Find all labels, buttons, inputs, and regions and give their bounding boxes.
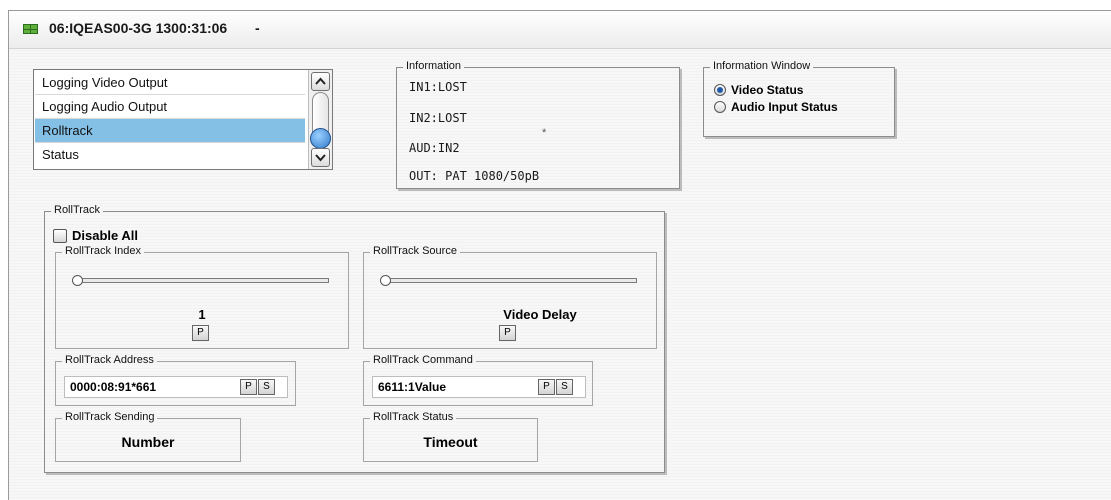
rolltrack-command-s-button[interactable]: S	[556, 379, 573, 395]
radio-unselected-icon[interactable]	[714, 101, 726, 113]
rolltrack-source-slider-knob[interactable]	[380, 275, 391, 286]
rolltrack-index-slider[interactable]	[74, 278, 329, 283]
scroll-thumb[interactable]	[310, 128, 331, 149]
chevron-up-icon	[315, 77, 326, 85]
information-window-label: Information Window	[710, 60, 814, 72]
content-area: Logging Video Output Logging Audio Outpu…	[9, 49, 1111, 500]
rolltrack-source-p-button[interactable]: P	[499, 325, 516, 341]
rolltrack-source-slider[interactable]	[382, 278, 637, 283]
rolltrack-index-slider-knob[interactable]	[72, 275, 83, 286]
rolltrack-address-s-button[interactable]: S	[258, 379, 275, 395]
rolltrack-source-value: Video Delay	[503, 307, 577, 322]
information-window-panel: Information Window Video Status Audio In…	[703, 60, 895, 137]
info-marker: *	[542, 127, 547, 139]
scroll-down-button[interactable]	[311, 148, 330, 167]
information-panel: Information IN1:LOST IN2:LOST * AUD:IN2 …	[396, 60, 680, 189]
rolltrack-status-value: Timeout	[423, 434, 478, 450]
rolltrack-sending-group: RollTrack Sending Number	[55, 411, 241, 462]
info-line-in1: IN1:LOST	[409, 80, 467, 94]
list-item-status[interactable]: Status	[35, 143, 305, 167]
info-line-aud: AUD:IN2	[409, 141, 460, 155]
window-title: 06:IQEAS00-3G 1300:31:06	[49, 20, 228, 36]
disable-all-checkbox[interactable]: Disable All	[53, 228, 138, 243]
radio-audio-input-status-label: Audio Input Status	[731, 100, 838, 114]
rolltrack-address-group: RollTrack Address 0000:08:91*661 P S	[55, 354, 296, 406]
radio-audio-input-status[interactable]: Audio Input Status	[714, 99, 838, 115]
rolltrack-label: RollTrack	[51, 204, 104, 216]
window-title-suffix: -	[255, 20, 260, 36]
rolltrack-status-group: RollTrack Status Timeout	[363, 411, 538, 462]
rolltrack-command-p-button[interactable]: P	[538, 379, 555, 395]
rolltrack-index-value: 1	[198, 307, 206, 322]
rolltrack-sending-value: Number	[121, 434, 175, 450]
list-item-logging-video-output[interactable]: Logging Video Output	[35, 71, 305, 95]
menu-listbox[interactable]: Logging Video Output Logging Audio Outpu…	[33, 69, 333, 170]
info-line-out: OUT: PAT 1080/50pB	[409, 169, 540, 183]
device-icon	[23, 24, 38, 34]
list-item-rolltrack[interactable]: Rolltrack	[35, 119, 305, 143]
checkbox-icon[interactable]	[53, 228, 67, 243]
rolltrack-address-value: 0000:08:91*661	[70, 380, 157, 394]
rolltrack-panel: RollTrack Disable All RollTrack Index 1 …	[44, 204, 665, 473]
rolltrack-address-p-button[interactable]: P	[240, 379, 257, 395]
title-bar: 06:IQEAS00-3G 1300:31:06 -	[9, 11, 1111, 49]
rolltrack-source-label: RollTrack Source	[370, 245, 460, 257]
rolltrack-source-group: RollTrack Source Video Delay P	[363, 245, 657, 349]
rolltrack-index-label: RollTrack Index	[62, 245, 145, 257]
rolltrack-sending-label: RollTrack Sending	[62, 411, 158, 423]
info-line-in2: IN2:LOST	[409, 111, 467, 125]
list-item-logging-audio-output[interactable]: Logging Audio Output	[35, 95, 305, 119]
information-label: Information	[403, 60, 465, 72]
disable-all-label: Disable All	[72, 228, 138, 243]
radio-video-status[interactable]: Video Status	[714, 82, 803, 98]
radio-video-status-label: Video Status	[731, 83, 804, 97]
scroll-up-button[interactable]	[311, 72, 330, 91]
app-window: 06:IQEAS00-3G 1300:31:06 - Logging Video…	[8, 10, 1111, 500]
list-scrollbar[interactable]	[308, 70, 332, 169]
rolltrack-command-group: RollTrack Command 6611:1Value P S	[363, 354, 593, 406]
rolltrack-index-group: RollTrack Index 1 P	[55, 245, 349, 349]
rolltrack-address-label: RollTrack Address	[62, 354, 157, 366]
radio-selected-icon[interactable]	[714, 84, 726, 96]
rolltrack-index-p-button[interactable]: P	[192, 325, 209, 341]
chevron-down-icon	[315, 154, 326, 162]
rolltrack-command-value: 6611:1Value	[378, 380, 447, 394]
rolltrack-status-label: RollTrack Status	[370, 411, 457, 423]
rolltrack-command-label: RollTrack Command	[370, 354, 476, 366]
